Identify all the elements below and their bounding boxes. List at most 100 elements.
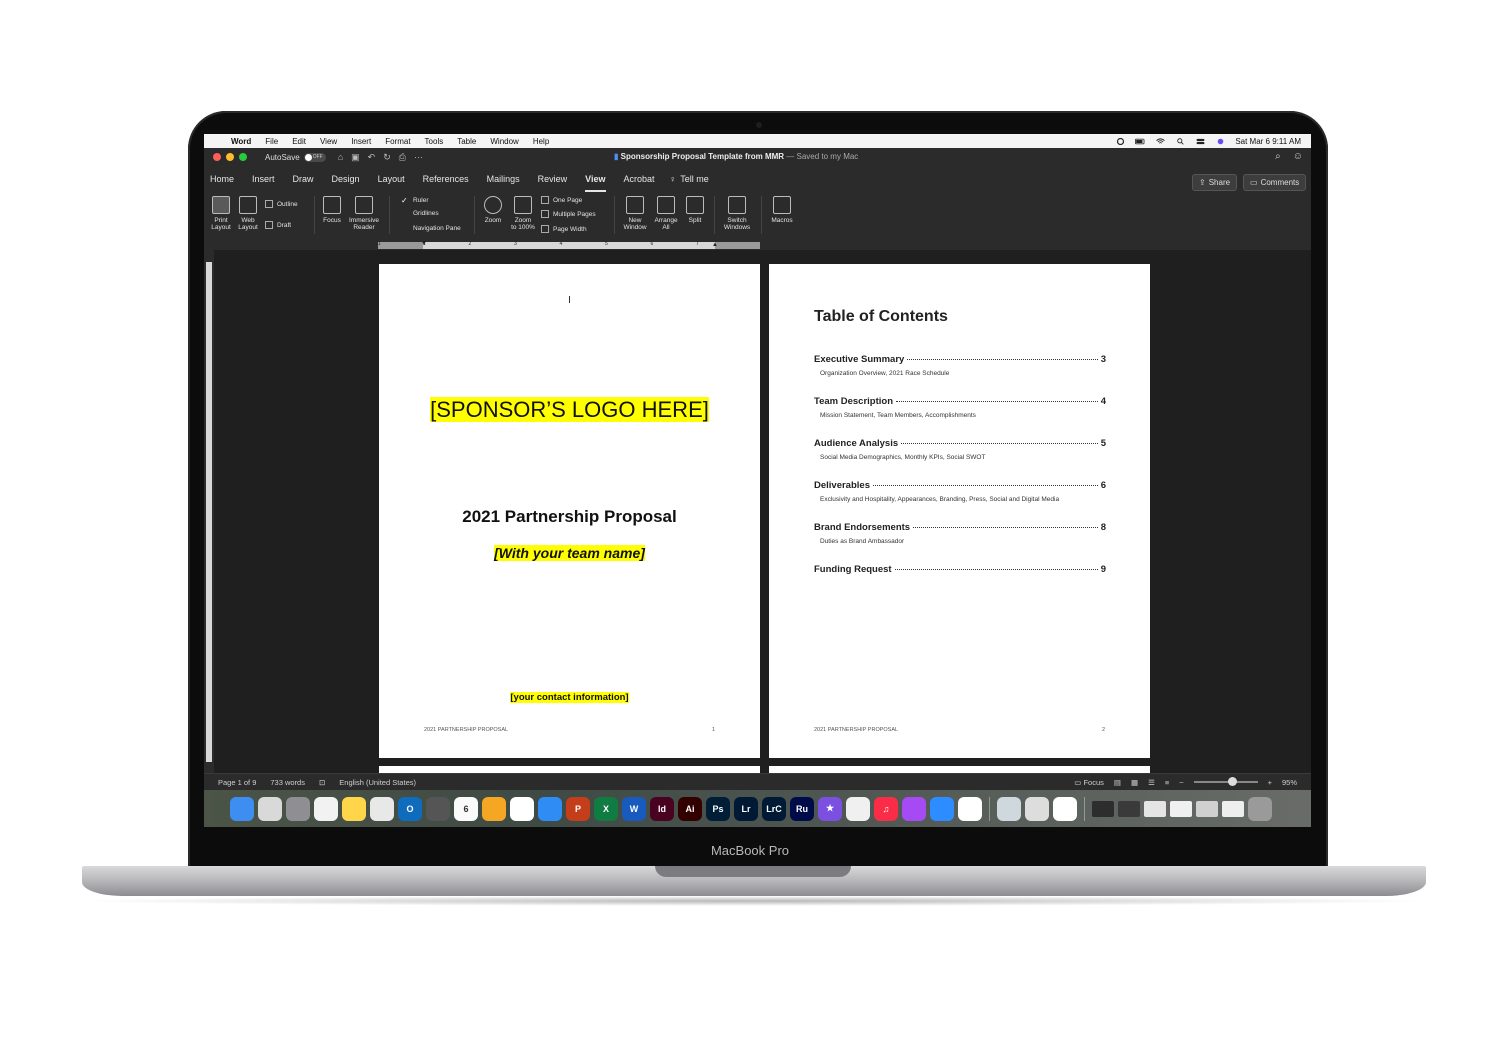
zoom-in-button[interactable]: + [1268,778,1272,787]
dock-launchpad-icon[interactable] [258,796,282,821]
toc-entry[interactable]: Audience Analysis 5 Social Media Demograp… [814,438,1106,480]
dock-minimized-window-icon[interactable] [1222,800,1244,817]
menubar-item-format[interactable]: Format [378,137,417,146]
page-2[interactable]: Table of Contents Executive Summary 3 Org… [769,264,1150,758]
toc-entry[interactable]: Deliverables 6 Exclusivity and Hospitalit… [814,480,1106,522]
dock-powerpoint-icon[interactable]: P [566,796,590,821]
dock-podcasts-icon[interactable] [902,796,926,821]
immersive-reader-button[interactable]: Immersive Reader [346,196,382,231]
dock-minimized-window-icon[interactable] [1144,800,1166,817]
toc-entry[interactable]: Executive Summary 3 Organization Overview… [814,354,1106,396]
tab-layout[interactable]: Layout [369,174,414,184]
focus-mode-button[interactable]: ▭ Focus [1074,778,1104,787]
dock-outlook-icon[interactable]: O [398,796,422,821]
dock-quicktime-icon[interactable] [997,796,1021,821]
autosave-toggle[interactable]: OFF [303,152,326,162]
autosave-control[interactable]: AutoSave OFF [265,152,326,162]
dock-minimized-window-icon[interactable] [1170,800,1192,817]
page-1[interactable]: [SPONSOR’S LOGO HERE] 2021 Partnership P… [379,264,760,758]
dock-illustrator-icon[interactable]: Ai [678,796,702,821]
dock-preview-icon[interactable] [1025,796,1049,821]
contact-info-placeholder[interactable]: [your contact information] [379,692,760,703]
battery-icon[interactable] [1135,138,1146,145]
dock-numbers-icon[interactable] [510,796,534,821]
tab-draw[interactable]: Draw [284,174,323,184]
print-layout-view-icon[interactable]: ▤ [1114,778,1121,787]
menubar-datetime[interactable]: Sat Mar 6 9:11 AM [1235,137,1301,146]
tab-home[interactable]: Home [204,174,243,184]
sponsor-logo-placeholder[interactable]: [SPONSOR’S LOGO HERE] [379,397,760,423]
proposal-title[interactable]: 2021 Partnership Proposal [379,507,760,527]
dock-notes-icon[interactable] [342,796,366,821]
dock-calendar-icon[interactable]: 6 [454,796,478,821]
spotlight-search-icon[interactable] [1175,137,1186,145]
page-width-button[interactable]: Page Width [541,225,587,233]
tab-insert[interactable]: Insert [243,174,284,184]
dock-trash-icon[interactable] [1248,796,1272,821]
macros-button[interactable]: Macros [767,196,797,224]
proofing-icon[interactable]: ⊡ [305,778,325,787]
dock-minimized-window-icon[interactable] [1196,800,1218,817]
dock-keynote-icon[interactable] [538,796,562,821]
dock-minimized-window-icon[interactable] [1118,800,1140,817]
focus-button[interactable]: Focus [320,196,344,224]
dock-pages-icon[interactable] [482,796,506,821]
dock-word-icon[interactable]: W [622,796,646,821]
tab-acrobat[interactable]: Acrobat [615,174,664,184]
zoom-level[interactable]: 95% [1282,778,1297,787]
document-canvas[interactable]: [SPONSOR’S LOGO HERE] 2021 Partnership P… [214,250,1311,776]
new-window-button[interactable]: New Window [621,196,649,231]
print-layout-button[interactable]: Print Layout [210,196,232,231]
dock-lightroom-icon[interactable]: Lr [734,796,758,821]
draft-view-icon[interactable]: ≡ [1165,778,1169,787]
dock-excel-icon[interactable]: X [594,796,618,821]
search-icon[interactable]: ⌕ [1275,151,1281,162]
menubar-item-tools[interactable]: Tools [418,137,451,146]
tab-mailings[interactable]: Mailings [478,174,529,184]
dock-indesign-icon[interactable]: Id [650,796,674,821]
outline-button[interactable]: Outline [265,200,298,208]
navigation-pane-checkbox[interactable]: Navigation Pane [401,225,461,232]
dock-minimized-window-icon[interactable] [1092,800,1114,817]
zoom-out-button[interactable]: − [1179,778,1183,787]
menubar-item-help[interactable]: Help [526,137,556,146]
language[interactable]: English (United States) [325,778,416,787]
minimize-window-button[interactable] [226,153,234,161]
gridlines-checkbox[interactable]: Gridlines [401,210,439,217]
zoom-window-button[interactable] [239,153,247,161]
toc-entry[interactable]: Team Description 4 Mission Statement, Tea… [814,396,1106,438]
dock-system-preferences-icon[interactable] [286,796,310,821]
dock-imovie-icon[interactable]: ★ [818,796,842,821]
web-layout-button[interactable]: Web Layout [236,196,260,231]
page-count[interactable]: Page 1 of 9 [204,778,256,787]
dock-calculator-icon[interactable] [426,796,450,821]
more-icon[interactable]: ··· [414,152,423,163]
multiple-pages-button[interactable]: Multiple Pages [541,210,596,218]
menubar-item-view[interactable]: View [313,137,344,146]
dock-chrome-icon[interactable] [370,796,394,821]
share-button[interactable]: ⇪ Share [1192,174,1238,191]
smiley-feedback-icon[interactable]: ☺ [1293,151,1303,162]
horizontal-ruler[interactable]: ▼ ▲ 11234567 [204,240,1311,250]
menubar-item-edit[interactable]: Edit [285,137,313,146]
save-icon[interactable]: ▣ [351,152,360,163]
dock-clickup-icon[interactable] [958,796,982,821]
dock-zoom-icon[interactable] [930,796,954,821]
team-name-placeholder[interactable]: [With your team name] [379,545,760,561]
dock-finder-icon[interactable] [230,796,254,821]
toc-entry[interactable]: Brand Endorsements 8 Duties as Brand Amba… [814,522,1106,564]
dock-rush-icon[interactable]: Ru [790,796,814,821]
outline-view-icon[interactable]: ☰ [1148,778,1155,787]
toc-entry[interactable]: Funding Request 9 [814,564,1106,606]
dock-music-icon[interactable]: ♫ [874,796,898,821]
zoom-100-button[interactable]: Zoom to 100% [508,196,538,231]
draft-button[interactable]: Draft [265,221,291,229]
tab-review[interactable]: Review [529,174,577,184]
tell-me-box[interactable]: ♀ Tell me [664,174,709,184]
menubar-item-insert[interactable]: Insert [344,137,378,146]
close-window-button[interactable] [213,153,221,161]
creative-cloud-icon[interactable] [1115,137,1126,145]
ruler-checkbox[interactable]: ✓ Ruler [401,196,429,205]
dock-acrobat-icon[interactable] [846,796,870,821]
menubar-app-name[interactable]: Word [224,137,258,146]
